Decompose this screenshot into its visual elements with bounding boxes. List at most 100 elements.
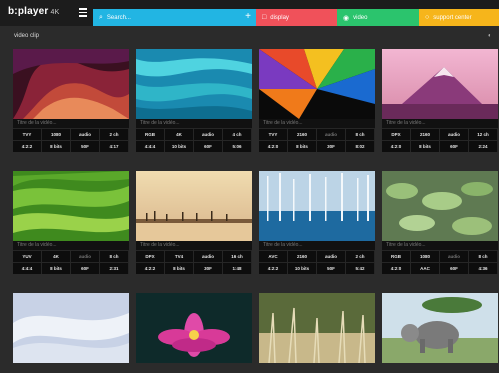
spec-duration: 2:24	[469, 140, 498, 152]
spec-chroma: 4:2:0	[259, 140, 288, 152]
video-card[interactable]: Titre de la vidéo... DPX 2160 audio 12 ch 4…	[382, 49, 498, 152]
spec-bitdepth: 8 bits	[411, 140, 440, 152]
spec-resolution: 1080	[411, 250, 440, 262]
video-title: Titre de la vidéo...	[13, 119, 129, 128]
video-card[interactable]	[382, 293, 498, 363]
video-thumbnail[interactable]	[136, 49, 252, 119]
spec-channels: 8 ch	[346, 128, 375, 140]
spec-audio: audio	[194, 128, 223, 140]
spec-resolution: 4K	[42, 250, 71, 262]
video-thumbnail[interactable]	[382, 293, 498, 363]
spec-format: TVY	[13, 128, 42, 140]
video-card[interactable]: Titre de la vidéo... YUV 4K audio 8 ch 4:4:…	[13, 171, 129, 274]
spec-chroma: 4:4:4	[13, 262, 42, 274]
video-specs: RGB 1080 audio 8 ch 4:2:0 AAC 60F 4:36	[382, 250, 498, 274]
video-title: Titre de la vidéo...	[259, 119, 375, 128]
spec-resolution: 4K	[165, 128, 194, 140]
spec-chroma: 4:4:4	[136, 140, 165, 152]
spec-chroma: 4:2:2	[13, 140, 42, 152]
video-specs: RGB 4K audio 4 ch 4:4:4 10 bits 60F 5:06	[136, 128, 252, 152]
video-thumbnail[interactable]	[13, 171, 129, 241]
app-badge: 4K	[50, 9, 60, 16]
video-card[interactable]: Titre de la vidéo... TVY 1080 audio 2 ch 4:…	[13, 49, 129, 152]
top-bar: b:player 4K ⌕ Search... + □ display ◉ vid…	[0, 0, 499, 26]
spec-resolution: 2160	[411, 128, 440, 140]
spec-bitdepth: 8 bits	[42, 140, 71, 152]
video-card[interactable]: Titre de la vidéo... TVY 2160 audio 8 ch 4:…	[259, 49, 375, 152]
video-card[interactable]	[13, 293, 129, 363]
spec-framerate: 60F	[194, 140, 223, 152]
spec-bitdepth: 10 bits	[165, 140, 194, 152]
spec-chroma: 4:2:0	[382, 262, 411, 274]
spec-framerate: 60F	[440, 140, 469, 152]
spec-audio: audio	[440, 250, 469, 262]
spec-bitdepth: 10 bits	[288, 262, 317, 274]
spec-format: RGB	[136, 128, 165, 140]
spec-audio: audio	[317, 128, 346, 140]
spec-channels: 4 ch	[223, 128, 252, 140]
spec-channels: 8 ch	[100, 250, 129, 262]
display-icon: □	[262, 14, 267, 21]
search-input[interactable]: Search...	[107, 15, 131, 21]
video-thumbnail[interactable]	[382, 171, 498, 241]
video-thumbnail[interactable]	[136, 293, 252, 363]
video-specs: TVY 1080 audio 2 ch 4:2:2 8 bits 50F 4:17	[13, 128, 129, 152]
spec-framerate: 30F	[317, 140, 346, 152]
spec-resolution: TV4	[165, 250, 194, 262]
video-thumbnail[interactable]	[382, 49, 498, 119]
spec-channels: 8 ch	[469, 250, 498, 262]
video-thumbnail[interactable]	[13, 49, 129, 119]
support-tab[interactable]: ○ support center	[419, 9, 499, 26]
video-specs: YUV 4K audio 8 ch 4:4:4 8 bits 60F 2:31	[13, 250, 129, 274]
spec-audio: audio	[440, 128, 469, 140]
spec-bitdepth: AAC	[411, 262, 440, 274]
video-specs: DPX TV4 audio 16 ch 4:2:2 8 bits 30F 1:48	[136, 250, 252, 274]
video-tab[interactable]: ◉ video	[337, 9, 419, 26]
spec-framerate: 30F	[194, 262, 223, 274]
video-specs: DPX 2160 audio 12 ch 4:2:0 8 bits 60F 2:24	[382, 128, 498, 152]
video-specs: TVY 2160 audio 8 ch 4:2:0 8 bits 30F 8:02	[259, 128, 375, 152]
spec-format: TVY	[259, 128, 288, 140]
support-icon: ○	[425, 14, 430, 21]
video-thumbnail[interactable]	[13, 293, 129, 363]
spec-chroma: 4:2:2	[259, 262, 288, 274]
menu-icon[interactable]	[79, 8, 87, 17]
search-bar[interactable]: ⌕ Search... +	[93, 9, 256, 26]
video-specs: AVC 2160 audio 2 ch 4:2:2 10 bits 50F 5:42	[259, 250, 375, 274]
video-title: Titre de la vidéo...	[382, 241, 498, 250]
search-icon: ⌕	[99, 13, 103, 21]
spec-framerate: 50F	[317, 262, 346, 274]
spec-duration: 5:06	[223, 140, 252, 152]
app-logo[interactable]: b:player 4K	[8, 6, 59, 17]
settings-icon[interactable]: ◐	[488, 33, 492, 39]
spec-framerate: 60F	[440, 262, 469, 274]
spec-audio: audio	[194, 250, 223, 262]
spec-duration: 8:02	[346, 140, 375, 152]
spec-format: DPX	[136, 250, 165, 262]
spec-resolution: 2160	[288, 250, 317, 262]
spec-format: DPX	[382, 128, 411, 140]
add-icon[interactable]: +	[245, 11, 251, 22]
video-title: Titre de la vidéo...	[136, 119, 252, 128]
video-thumbnail[interactable]	[136, 171, 252, 241]
video-card[interactable]	[259, 293, 375, 363]
spec-duration: 5:42	[346, 262, 375, 274]
video-card[interactable]: Titre de la vidéo... AVC 2160 audio 2 ch 4:…	[259, 171, 375, 274]
spec-framerate: 50F	[71, 140, 100, 152]
spec-format: YUV	[13, 250, 42, 262]
spec-duration: 4:17	[100, 140, 129, 152]
video-card[interactable]: Titre de la vidéo... DPX TV4 audio 16 ch 4:…	[136, 171, 252, 274]
video-title: Titre de la vidéo...	[259, 241, 375, 250]
video-card[interactable]: Titre de la vidéo... RGB 4K audio 4 ch 4:4:…	[136, 49, 252, 152]
video-card[interactable]: Titre de la vidéo... RGB 1080 audio 8 ch 4:…	[382, 171, 498, 274]
video-card[interactable]	[136, 293, 252, 363]
spec-duration: 1:48	[223, 262, 252, 274]
display-tab[interactable]: □ display	[256, 9, 337, 26]
video-thumbnail[interactable]	[259, 49, 375, 119]
spec-audio: audio	[317, 250, 346, 262]
app-title: b:player	[8, 6, 49, 17]
video-thumbnail[interactable]	[259, 171, 375, 241]
video-thumbnail[interactable]	[259, 293, 375, 363]
display-label: display	[270, 14, 289, 21]
spec-audio: audio	[71, 128, 100, 140]
